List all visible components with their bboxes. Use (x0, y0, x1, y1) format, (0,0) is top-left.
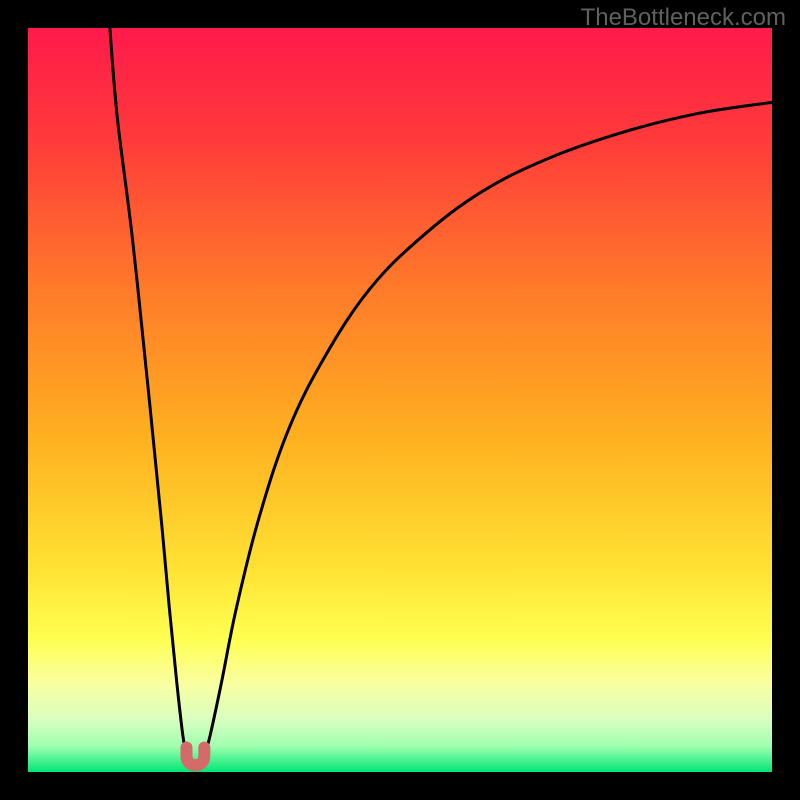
chart-frame: TheBottleneck.com (0, 0, 800, 800)
watermark-text: TheBottleneck.com (581, 4, 786, 32)
bottleneck-chart (28, 28, 772, 772)
plot-background (28, 28, 772, 772)
